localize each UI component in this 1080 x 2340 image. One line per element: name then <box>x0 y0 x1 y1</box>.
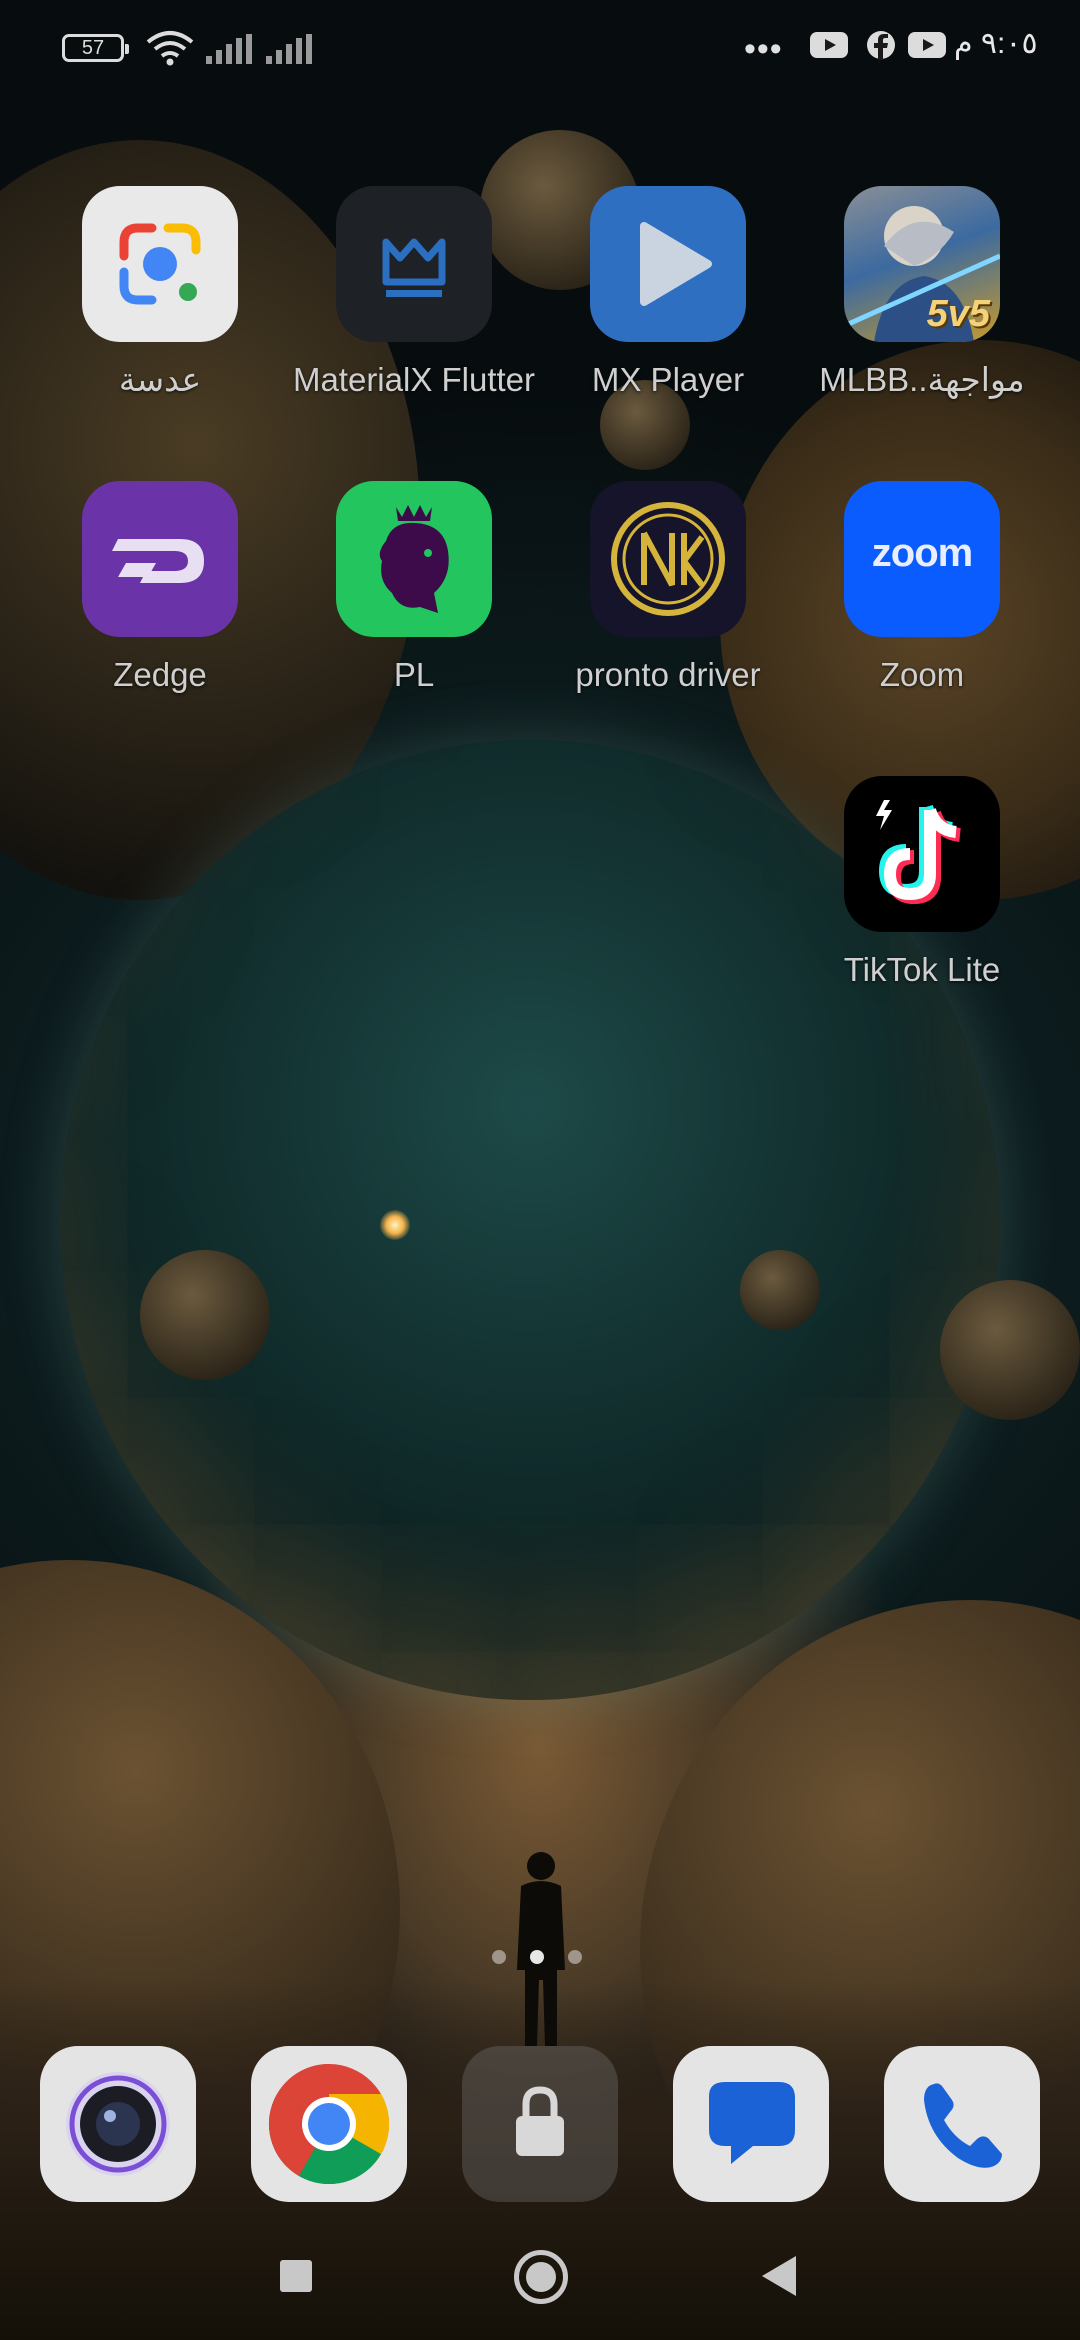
wallpaper-planet <box>740 1250 820 1330</box>
app-zoom[interactable]: zoom Zoom <box>795 481 1049 695</box>
notification-overflow-icon: ••• <box>744 30 783 68</box>
signal-icon <box>266 34 312 64</box>
battery-icon: 57 <box>62 34 129 62</box>
back-button[interactable] <box>762 2256 796 2296</box>
app-label: عدسة <box>118 361 202 398</box>
dock-lock-screen[interactable] <box>462 2046 618 2202</box>
app-label: TikTok Lite <box>843 951 1001 988</box>
app-mx-player[interactable]: MX Player <box>541 186 795 400</box>
youtube-icon <box>908 32 946 58</box>
camera-icon <box>66 2072 170 2176</box>
recent-apps-button[interactable] <box>280 2260 312 2292</box>
materialx-crown-icon <box>336 186 492 342</box>
lock-icon <box>516 2086 564 2156</box>
google-lens-icon <box>82 186 238 342</box>
page-dot-active <box>530 1950 544 1964</box>
phone-icon <box>924 2083 1002 2168</box>
app-label: MaterialX Flutter <box>292 361 536 398</box>
app-pronto-driver[interactable]: pronto driver <box>541 481 795 695</box>
app-premier-league[interactable]: PL <box>287 481 541 695</box>
chrome-icon <box>268 2064 390 2185</box>
page-dot <box>568 1950 582 1964</box>
wallpaper-planet <box>940 1280 1080 1420</box>
dock-messages[interactable] <box>673 2046 829 2202</box>
app-google-lens[interactable]: عدسة <box>33 186 287 400</box>
pronto-driver-icon <box>590 481 746 637</box>
app-zedge[interactable]: Zedge <box>33 481 287 695</box>
page-dot <box>492 1950 506 1964</box>
zoom-icon: zoom <box>844 481 1000 637</box>
home-button[interactable] <box>514 2250 568 2304</box>
facebook-icon <box>867 31 895 60</box>
wallpaper-planet <box>140 1250 270 1380</box>
dock-camera[interactable] <box>40 2046 196 2202</box>
premier-league-lion-icon <box>336 481 492 637</box>
status-bar: 57 ••• ٩:٠٥ م <box>0 0 1080 96</box>
page-indicator <box>492 1950 588 1966</box>
app-mlbb[interactable]: 5v5 مواجهة..MLBB <box>795 186 1049 400</box>
tiktok-lite-icon <box>844 776 1000 932</box>
messages-icon <box>709 2082 795 2164</box>
status-clock: ٩:٠٥ م <box>954 27 1038 60</box>
wallpaper-star <box>380 1210 410 1240</box>
youtube-icon <box>810 32 848 58</box>
app-label: pronto driver <box>575 656 761 693</box>
app-materialx-flutter[interactable]: MaterialX Flutter <box>287 186 541 400</box>
mlbb-5v5-text: 5v5 <box>926 293 990 335</box>
wifi-icon <box>146 31 194 66</box>
zoom-wordmark: zoom <box>871 531 973 575</box>
signal-icon <box>206 34 252 64</box>
app-label: Zoom <box>879 656 965 693</box>
mx-player-icon <box>590 186 746 342</box>
app-label: Zedge <box>113 656 207 693</box>
app-label: MX Player <box>591 361 745 398</box>
dock-chrome[interactable] <box>251 2046 407 2202</box>
app-tiktok-lite[interactable]: TikTok Lite <box>795 776 1049 990</box>
battery-level: 57 <box>81 37 105 59</box>
dock-phone[interactable] <box>884 2046 1040 2202</box>
app-label: PL <box>393 656 435 693</box>
app-label: مواجهة..MLBB <box>819 361 1025 398</box>
mlbb-5v5-icon: 5v5 <box>844 186 1000 342</box>
zedge-icon <box>82 481 238 637</box>
